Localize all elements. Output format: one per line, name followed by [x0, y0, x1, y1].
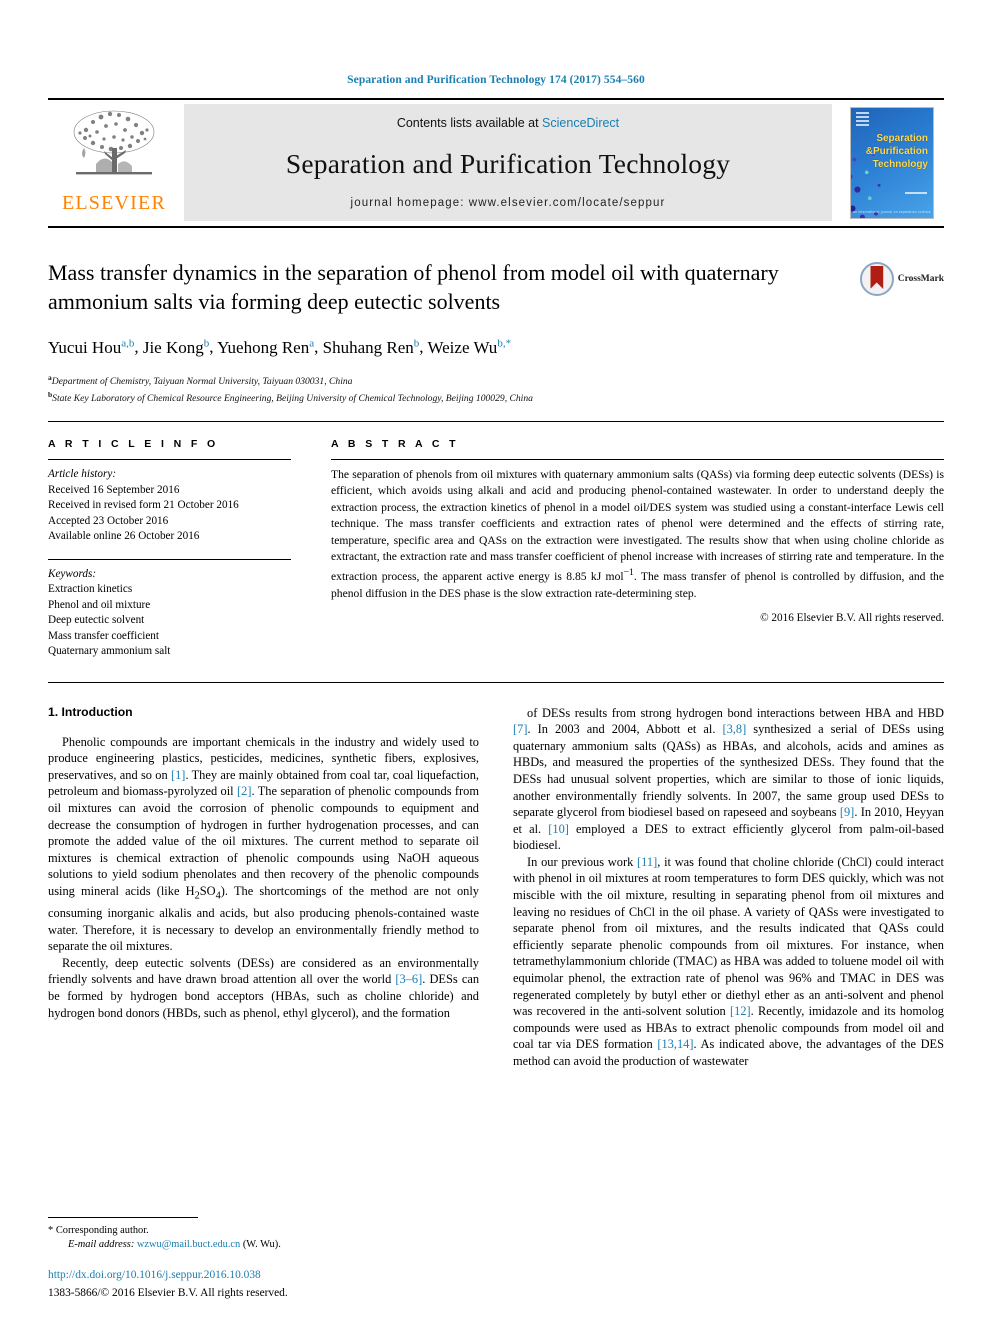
citation-link[interactable]: [1]	[171, 768, 185, 782]
paper-page: Separation and Purification Technology 1…	[0, 0, 992, 1323]
cover-divider	[905, 192, 927, 194]
crossmark-badge[interactable]: CrossMark	[840, 258, 944, 296]
journal-title: Separation and Purification Technology	[285, 147, 731, 179]
journal-homepage-link[interactable]: journal homepage: www.elsevier.com/locat…	[351, 197, 666, 209]
keyword-item: Deep eutectic solvent	[48, 614, 145, 627]
affiliation-a: aDepartment of Chemistry, Taiyuan Normal…	[48, 371, 832, 388]
article-info-rule	[48, 459, 291, 461]
author-affil-marker: b,*	[497, 337, 512, 349]
corresponding-author-note: * Corresponding author.	[48, 1224, 472, 1238]
article-history-label: Article history:	[48, 468, 117, 481]
citation-link[interactable]: [3–6]	[395, 972, 422, 986]
copyright-line: © 2016 Elsevier B.V. All rights reserved…	[760, 612, 944, 625]
elsevier-tree-icon	[73, 110, 155, 175]
citation-link[interactable]: [2]	[237, 784, 251, 798]
corresponding-text: Corresponding author.	[55, 1225, 149, 1236]
author-item: Yucui Houa,b	[48, 337, 135, 357]
contents-available-line: Contents lists available at ScienceDirec…	[397, 116, 619, 130]
cover-title-line-3: Technology	[872, 159, 928, 170]
keyword-item: Phenol and oil mixture	[48, 598, 151, 611]
citation-link[interactable]: [7]	[513, 722, 527, 736]
corresponding-marker: *	[48, 1225, 54, 1236]
abstract-rule	[331, 459, 944, 461]
corresponding-author-star: *	[505, 337, 512, 349]
abstract-column: A B S T R A C T The separation of phenol…	[331, 438, 944, 660]
author-item: Weize Wub,*	[427, 337, 512, 357]
cover-title-line-2: &Purification	[865, 146, 928, 157]
paragraph: In our previous work [11], it was found …	[513, 854, 945, 1068]
history-item: Available online 26 October 2016	[48, 530, 200, 543]
author-item: Shuhang Renb	[322, 337, 420, 357]
author-name: Weize Wu	[427, 337, 498, 357]
cover-elsevier-mark-icon	[856, 112, 869, 127]
abstract-text: The separation of phenols from oil mixtu…	[331, 468, 944, 600]
citation-link[interactable]: [10]	[548, 822, 569, 836]
citation-link[interactable]: [9]	[840, 805, 854, 819]
citation-link[interactable]: [12]	[730, 1004, 751, 1018]
sciencedirect-link[interactable]: ScienceDirect	[542, 116, 619, 130]
history-item: Received 16 September 2016	[48, 483, 180, 496]
email-label: E-mail address:	[68, 1239, 135, 1250]
paragraph: Recently, deep eutectic solvents (DESs) …	[48, 955, 480, 1020]
abstract-separator-rule	[48, 681, 944, 683]
abstract-heading: A B S T R A C T	[331, 438, 459, 451]
crossmark-icon	[859, 262, 894, 296]
author-item: Yuehong Rena	[217, 337, 315, 357]
keywords-label: Keywords:	[48, 567, 97, 580]
keyword-item: Quaternary ammonium salt	[48, 645, 171, 658]
page-footnote: * Corresponding author. E-mail address: …	[48, 1217, 472, 1301]
doi-block: http://dx.doi.org/10.1016/j.seppur.2016.…	[48, 1268, 472, 1301]
keywords-block: Keywords: Extraction kinetics Phenol and…	[48, 558, 291, 660]
contents-prefix: Contents lists available at	[396, 116, 543, 130]
journal-center-panel: Contents lists available at ScienceDirec…	[184, 104, 832, 221]
doi-link[interactable]: http://dx.doi.org/10.1016/j.seppur.2016.…	[48, 1268, 472, 1283]
journal-masthead: ELSEVIER Contents lists available at Sci…	[48, 98, 944, 228]
author-name: Yucui Hou	[48, 337, 122, 357]
email-note: E-mail address: wzwu@mail.buct.edu.cn (W…	[48, 1238, 472, 1252]
author-item: Jie Kongb	[142, 337, 210, 357]
author-affil-marker: a	[309, 337, 315, 349]
author-list: Yucui Houa,b, Jie Kongb, Yuehong Rena, S…	[48, 337, 512, 357]
author-affil-marker: b	[413, 337, 420, 349]
info-abstract-row: A R T I C L E I N F O Article history: R…	[48, 438, 944, 660]
author-name: Jie Kong	[142, 337, 204, 357]
body-columns: 1. Introduction Phenolic compounds are i…	[48, 705, 944, 1070]
issn-copyright-line: 1383-5866/© 2016 Elsevier B.V. All right…	[48, 1287, 288, 1299]
page-title: Mass transfer dynamics in the separation…	[48, 260, 779, 314]
keyword-item: Extraction kinetics	[48, 583, 133, 596]
keywords-rule	[48, 558, 291, 560]
email-link[interactable]: wzwu@mail.buct.edu.cn	[137, 1239, 240, 1250]
affiliation-text: Department of Chemistry, Taiyuan Normal …	[51, 375, 353, 387]
footnote-rule	[48, 1217, 198, 1218]
author-affil-marker: b	[203, 337, 210, 349]
elsevier-logo: ELSEVIER	[48, 100, 180, 226]
crossmark-label: CrossMark	[897, 274, 944, 284]
email-owner: (W. Wu).	[242, 1239, 281, 1250]
paragraph: Phenolic compounds are important chemica…	[48, 734, 480, 954]
citation-link[interactable]: [13,14]	[657, 1037, 693, 1051]
affiliation-b: bState Key Laboratory of Chemical Resour…	[48, 388, 832, 405]
article-title-area: Mass transfer dynamics in the separation…	[48, 258, 944, 405]
citation-link[interactable]: [3,8]	[722, 722, 746, 736]
citation-link[interactable]: [11]	[637, 855, 657, 869]
section-heading-introduction: 1. Introduction	[48, 704, 133, 719]
elsevier-wordmark: ELSEVIER	[61, 192, 167, 214]
article-info-heading: A R T I C L E I N F O	[48, 438, 219, 451]
affiliation-text: State Key Laboratory of Chemical Resourc…	[52, 393, 533, 405]
keyword-item: Mass transfer coefficient	[48, 629, 160, 642]
article-info-column: A R T I C L E I N F O Article history: R…	[48, 438, 291, 660]
cover-title-line-1: Separation	[876, 133, 928, 144]
cover-footer-text: an international journal on separation s…	[853, 210, 931, 214]
author-name: Yuehong Ren	[217, 337, 310, 357]
author-name: Shuhang Ren	[322, 337, 414, 357]
title-separator-rule	[48, 421, 944, 423]
history-item: Received in revised form 21 October 2016	[48, 499, 239, 512]
author-affil-marker: a,b	[121, 337, 135, 349]
running-head: Separation and Purification Technology 1…	[347, 74, 645, 86]
body-column-right: of DESs results from strong hydrogen bon…	[513, 705, 944, 1070]
history-item: Accepted 23 October 2016	[48, 514, 169, 527]
body-column-left: 1. Introduction Phenolic compounds are i…	[48, 705, 479, 1070]
journal-cover-thumbnail: Separation &Purification Technology an i…	[840, 100, 944, 226]
paragraph: of DESs results from strong hydrogen bon…	[513, 705, 945, 853]
